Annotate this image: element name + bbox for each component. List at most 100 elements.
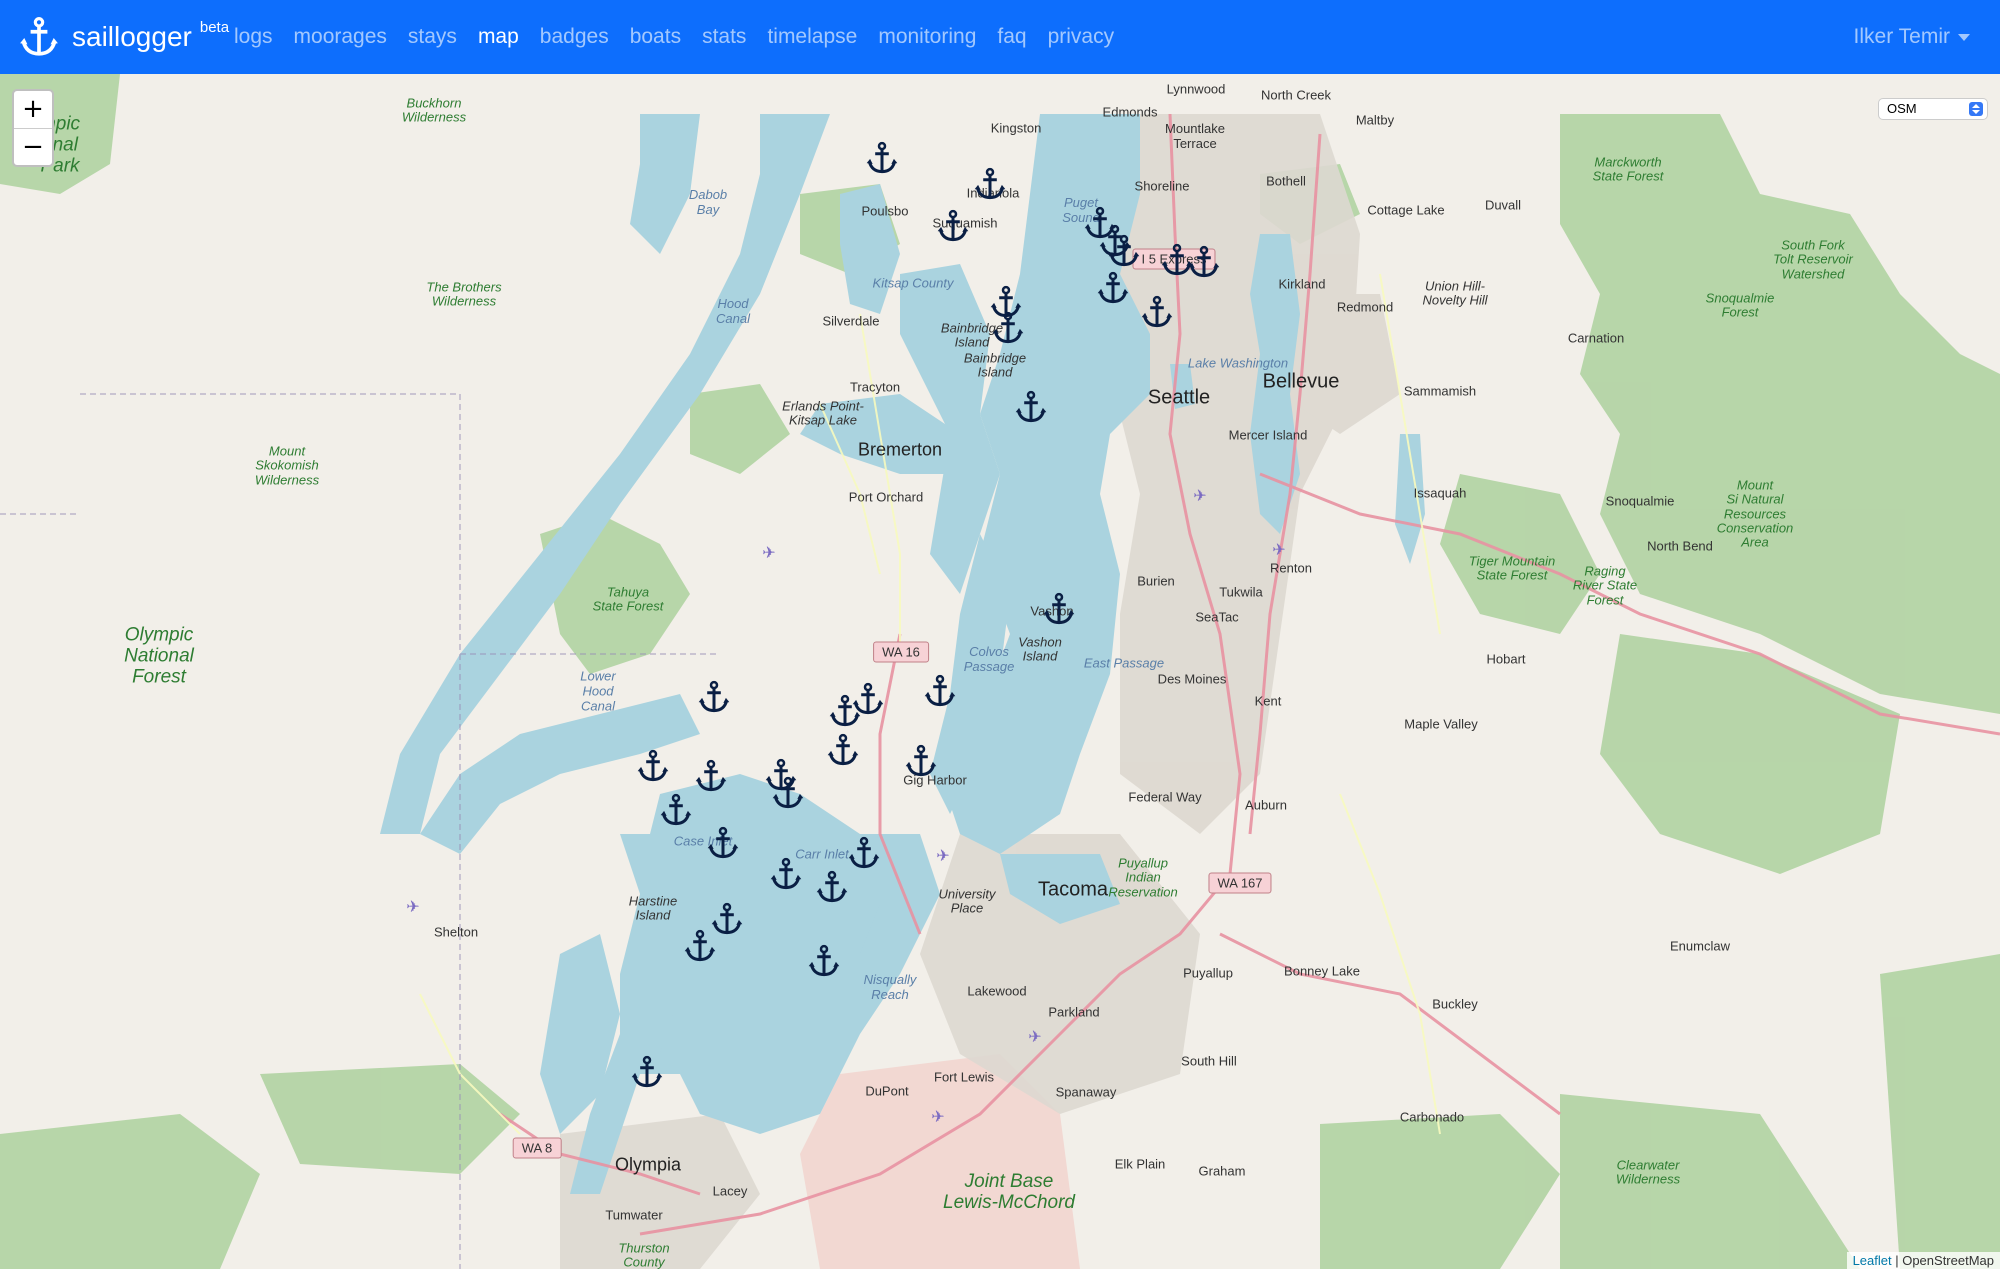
layer-select-value: OSM [1887,101,1917,116]
nav-stats[interactable]: stats [702,25,746,49]
nav-stays[interactable]: stays [408,25,457,49]
anchor-icon[interactable] [659,793,693,827]
water-east-passage: East Passage [1083,655,1165,671]
top-navbar: saillogger beta logs moorages stays map … [0,0,2000,74]
park-olympic-national-forest: Olympic National Forest [124,624,194,688]
user-menu[interactable]: Ilker Temir [1854,0,1970,74]
water-nisqually-reach: Nisqually Reach [863,972,917,1002]
water-kitsap-county: Kitsap County [872,275,954,291]
nav-privacy[interactable]: privacy [1048,25,1115,49]
nav-faq[interactable]: faq [997,25,1026,49]
place-seattle: Seattle [1147,386,1211,409]
osm-attribution[interactable]: OpenStreetMap [1902,1253,1994,1268]
shield-wa167: WA 167 [1208,872,1272,894]
zoom-in-button[interactable]: + [14,91,52,128]
map-view[interactable]: Lynnwood North Creek Maltby Edmonds King… [0,74,2000,1269]
airport-icon: ✈ [762,545,776,562]
nav-links: logs moorages stays map badges boats sta… [234,0,1135,74]
anchor-icon[interactable] [936,209,970,243]
leaflet-link[interactable]: Leaflet [1853,1253,1892,1268]
nav-monitoring[interactable]: monitoring [878,25,976,49]
select-arrows-icon [1969,102,1983,116]
anchor-icon[interactable] [683,929,717,963]
anchor-icon[interactable] [923,674,957,708]
place-harstine-island: Harstine Island [628,893,678,923]
place-dupont: DuPont [865,1083,909,1099]
place-edmonds: Edmonds [1102,104,1158,120]
anchor-icon[interactable] [865,141,899,175]
anchor-icon[interactable] [630,1055,664,1089]
anchor-icon[interactable] [1107,234,1141,268]
place-snoqualmie: Snoqualmie [1605,493,1675,509]
place-des-moines: Des Moines [1157,671,1227,687]
anchor-icon[interactable] [1187,245,1221,279]
place-carnation: Carnation [1567,330,1625,346]
layer-select[interactable]: OSM [1878,98,1988,120]
place-north-creek: North Creek [1260,87,1332,103]
place-union-hill: Union Hill- Novelty Hill [1422,278,1488,308]
chevron-down-icon [1958,33,1970,41]
nav-map[interactable]: map [478,25,519,49]
anchor-icon[interactable] [1140,295,1174,329]
place-tukwila: Tukwila [1219,584,1263,600]
brand[interactable]: saillogger beta [18,0,229,74]
anchor-icon[interactable] [771,776,805,810]
park-joint-base: Joint Base Lewis-McChord [943,1171,1075,1213]
place-south-hill: South Hill [1181,1053,1237,1069]
park-puyallup-reservation: Puyallup Indian Reservation [1108,855,1178,900]
anchor-icon[interactable] [847,836,881,870]
park-mount-si: Mount Si Natural Resources Conservation … [1716,477,1794,550]
place-seatac: SeaTac [1195,609,1239,625]
place-kirkland: Kirkland [1278,276,1326,292]
nav-moorages[interactable]: moorages [294,25,387,49]
water-lower-hood-canal: Lower Hood Canal [580,668,616,714]
water-dabob-bay: Dabob Bay [688,187,728,217]
nav-badges[interactable]: badges [540,25,609,49]
place-bremerton: Bremerton [857,439,943,460]
place-buckley: Buckley [1432,996,1478,1012]
brand-name: saillogger [72,21,192,52]
nav-logs[interactable]: logs [234,25,273,49]
park-the-brothers: The Brothers Wilderness [426,279,502,309]
anchor-icon[interactable] [636,749,670,783]
park-buckhorn: Buckhorn Wilderness [401,95,467,125]
park-marckworth: Marckworth State Forest [1592,154,1664,184]
place-lynnwood: Lynnwood [1166,81,1226,97]
place-lakewood: Lakewood [967,983,1027,999]
place-tumwater: Tumwater [605,1207,663,1223]
anchor-icon[interactable] [973,167,1007,201]
place-olympia: Olympia [614,1154,682,1175]
place-hobart: Hobart [1486,651,1526,667]
nav-timelapse[interactable]: timelapse [767,25,857,49]
place-sammamish: Sammamish [1403,383,1477,399]
anchor-icon[interactable] [815,870,849,904]
anchor-icon[interactable] [991,311,1025,345]
anchor-icon[interactable] [851,682,885,716]
anchor-icon[interactable] [1042,592,1076,626]
anchor-icon[interactable] [706,826,740,860]
place-cottage-lake: Cottage Lake [1367,202,1445,218]
anchor-icon[interactable] [1096,271,1130,305]
place-bonney-lake: Bonney Lake [1284,963,1360,979]
place-mercer-island: Mercer Island [1228,427,1308,443]
nav-boats[interactable]: boats [630,25,681,49]
park-clearwater: Clearwater Wilderness [1615,1157,1681,1187]
park-raging-river: Raging River State Forest [1572,563,1638,608]
place-kingston: Kingston [990,120,1042,136]
zoom-out-button[interactable]: − [14,128,52,165]
anchor-icon[interactable] [697,680,731,714]
water-lake-washington: Lake Washington [1187,355,1289,371]
place-tracyton: Tracyton [849,379,901,395]
place-maltby: Maltby [1355,112,1395,128]
anchor-icon[interactable] [826,733,860,767]
anchor-icon[interactable] [769,857,803,891]
place-parkland: Parkland [1048,1004,1100,1020]
anchor-icon[interactable] [694,759,728,793]
place-issaquah: Issaquah [1413,485,1467,501]
anchor-icon[interactable] [1014,390,1048,424]
place-kent: Kent [1254,693,1282,709]
anchor-icon[interactable] [904,744,938,778]
anchor-icon[interactable] [807,944,841,978]
user-name: Ilker Temir [1853,25,1950,48]
place-federal-way: Federal Way [1128,789,1202,805]
